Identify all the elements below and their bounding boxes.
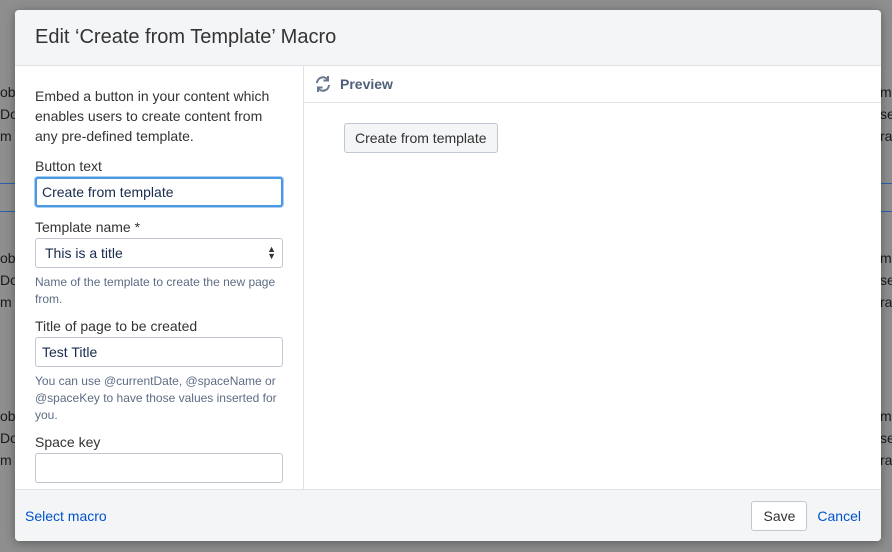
button-text-group: Button text xyxy=(35,156,283,207)
save-button[interactable]: Save xyxy=(751,500,808,531)
background-divider xyxy=(880,211,892,212)
select-macro-link[interactable]: Select macro xyxy=(25,508,107,524)
dialog-header: Edit ‘Create from Template’ Macro xyxy=(15,10,881,66)
button-text-label: Button text xyxy=(35,158,102,174)
template-name-select[interactable]: This is a title ▲ ▼ xyxy=(35,238,283,268)
template-name-label: Template name * xyxy=(35,219,141,235)
background-text: m xyxy=(0,294,12,310)
preview-area: Create from template xyxy=(304,103,881,173)
space-key-label: Space key xyxy=(35,434,101,450)
page-title-group: Title of page to be created You can use … xyxy=(35,316,283,424)
macro-dialog: Edit ‘Create from Template’ Macro Embed … xyxy=(15,10,881,541)
dialog-title: Edit ‘Create from Template’ Macro xyxy=(35,26,337,48)
dialog-footer: Select macro Save Cancel xyxy=(15,489,881,541)
background-divider xyxy=(0,211,15,212)
select-arrows-icon: ▲ ▼ xyxy=(267,244,276,261)
background-divider xyxy=(880,183,892,184)
macro-parameters-panel: Embed a button in your content which ena… xyxy=(15,66,304,489)
page-title-label: Title of page to be created xyxy=(35,318,198,334)
background-text: m xyxy=(0,128,12,144)
refresh-icon[interactable] xyxy=(314,75,332,93)
page-title-input[interactable] xyxy=(35,337,283,367)
dialog-body: Embed a button in your content which ena… xyxy=(15,66,881,489)
background-divider xyxy=(0,183,15,184)
template-name-group: Template name * This is a title ▲ ▼ Name … xyxy=(35,217,283,308)
page-title-help: You can use @currentDate, @spaceName or … xyxy=(35,374,277,422)
preview-panel: Preview Create from template xyxy=(304,66,881,489)
preview-label: Preview xyxy=(340,76,393,92)
cancel-link[interactable]: Cancel xyxy=(817,508,871,524)
background-text: m xyxy=(0,452,12,468)
template-name-help: Name of the template to create the new p… xyxy=(35,275,276,306)
background-text: ra. xyxy=(880,128,892,144)
preview-header: Preview xyxy=(304,66,881,103)
template-name-selected: This is a title xyxy=(45,245,123,261)
create-from-template-button[interactable]: Create from template xyxy=(344,123,498,153)
background-text: ra. xyxy=(880,452,892,468)
space-key-group: Space key xyxy=(35,432,283,483)
footer-actions: Save Cancel xyxy=(751,500,871,531)
macro-description: Embed a button in your content which ena… xyxy=(35,88,270,144)
space-key-input[interactable] xyxy=(35,453,283,483)
background-text: ra. xyxy=(880,294,892,310)
button-text-input[interactable] xyxy=(35,177,283,207)
